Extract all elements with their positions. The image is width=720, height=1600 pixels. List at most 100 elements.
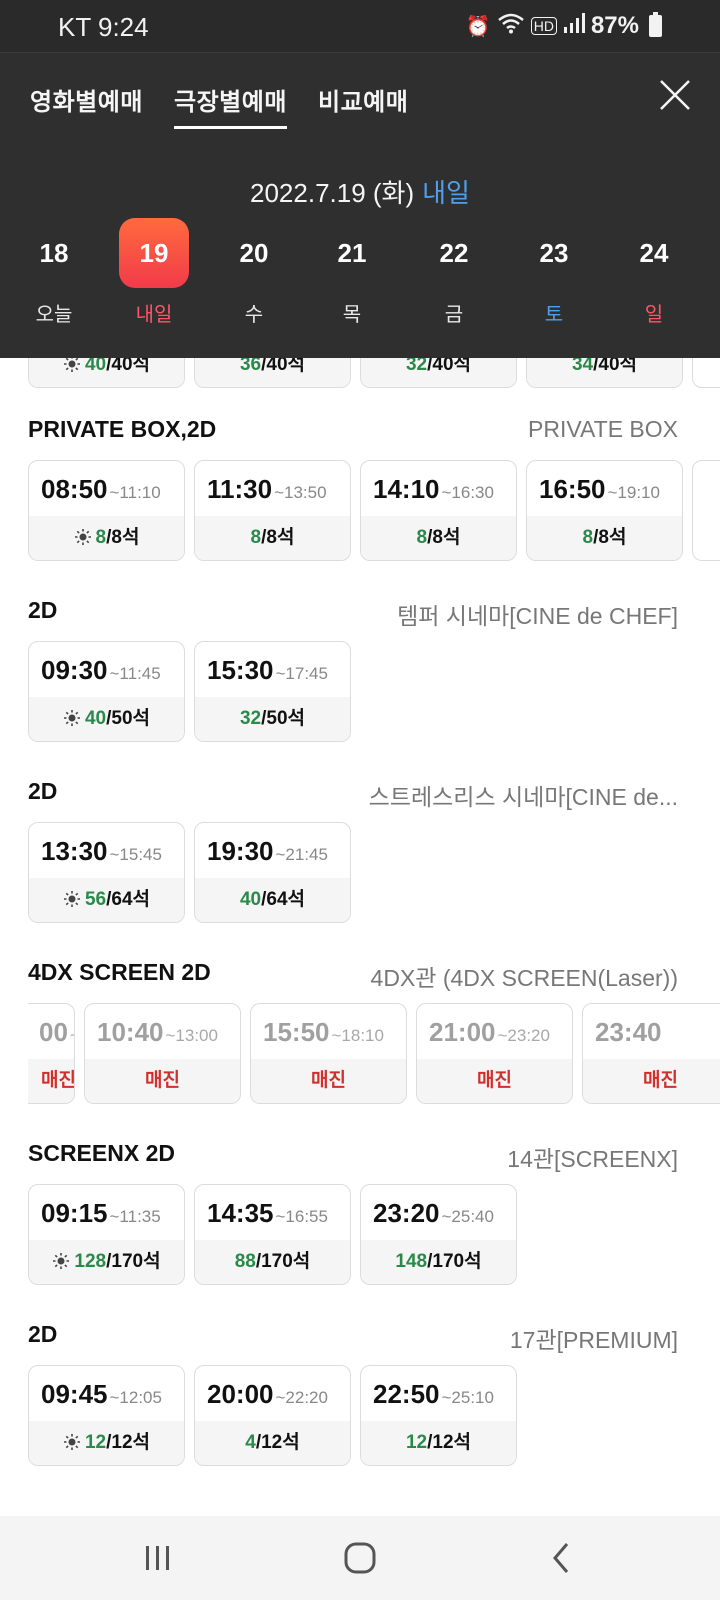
end-time: ~15:45: [109, 845, 162, 864]
seat-availability: 12/12석: [29, 1421, 184, 1465]
showtime-slot[interactable]: 23:20 ~25:40 148/170석: [360, 1184, 517, 1285]
showtime-row: 00~10:20매진10:40~13:00매진 15:50~18:10 매진21:0…: [28, 1003, 720, 1107]
showtime: 19:30 ~21:45: [207, 836, 328, 867]
start-time: 13:30: [41, 836, 108, 866]
date-20[interactable]: 20 수: [219, 218, 289, 338]
tab-by-movie[interactable]: 영화별예매: [30, 82, 143, 117]
section-header: SCREENX 2D 14관[SCREENX]: [28, 1140, 678, 1172]
showtime: 16:50 ~19:10: [539, 474, 660, 505]
total-seats: /12석: [427, 1432, 472, 1453]
tab-compare[interactable]: 비교예매: [318, 82, 408, 117]
available-seats: 56: [84, 889, 107, 910]
showtime: 23:20 ~25:40: [373, 1198, 494, 1229]
available-seats: 40: [84, 358, 107, 375]
morning-show-icon: [63, 1432, 85, 1453]
seat-availability: 88/170석: [195, 1240, 350, 1284]
showtime-slot[interactable]: 32/40석: [360, 358, 517, 388]
showtime-slot[interactable]: 09:15 ~11:35 128/170석: [28, 1184, 185, 1285]
date-picker: 18 오늘 19 내일 20 수 21 목 22 금 23 토 24 일: [0, 218, 720, 338]
showtime: 09:45 ~12:05: [41, 1379, 162, 1410]
section-header: 2D 템퍼 시네마[CINE de CHEF]: [28, 597, 678, 629]
showtime-slot-partial[interactable]: [692, 460, 720, 561]
showtime-slot[interactable]: 22:50 ~25:10 12/12석: [360, 1365, 517, 1466]
date-22[interactable]: 22 금: [419, 218, 489, 338]
total-seats: /40석: [261, 358, 306, 375]
screening-section: SCREENX 2D 14관[SCREENX] 09:15 ~11:35 128/170…: [0, 1140, 720, 1310]
total-seats: /12석: [255, 1432, 300, 1453]
showtime-slot[interactable]: 13:30 ~15:45 56/64석: [28, 822, 185, 923]
showtime-slot[interactable]: 09:45 ~12:05 12/12석: [28, 1365, 185, 1466]
seat-availability: 40/64석: [195, 878, 350, 922]
showtime-slot[interactable]: 11:30 ~13:50 8/8석: [194, 460, 351, 561]
showtime: 15:30 ~17:45: [207, 655, 328, 686]
screening-section: 2D 17관[PREMIUM] 09:45 ~12:05 12/12석 20:00 ~22:…: [0, 1321, 720, 1491]
showtime-row: 09:30 ~11:45 40/50석 15:30 ~17:45 32/50석: [28, 641, 720, 745]
start-time: 14:10: [373, 474, 440, 504]
showtime-slot-soldout[interactable]: 00~10:20 매진: [28, 1003, 75, 1104]
total-seats: /170석: [255, 1251, 311, 1272]
showtime-slot[interactable]: 16:50 ~19:10 8/8석: [526, 460, 683, 561]
date-number: 20: [239, 238, 269, 268]
showtime-slot[interactable]: 34/40석: [526, 358, 683, 388]
showtime-slot[interactable]: 40/40석: [28, 358, 185, 388]
showtime-slot-soldout[interactable]: 15:50 ~18:10 매진: [250, 1003, 407, 1104]
start-time: 23:40: [595, 1017, 662, 1047]
screening-section: PRIVATE BOX,2D PRIVATE BOX 08:50 ~11:10 8/8석…: [0, 416, 720, 586]
date-18[interactable]: 18 오늘: [19, 218, 89, 338]
recent-apps-icon[interactable]: [136, 1536, 180, 1580]
showtime-slot[interactable]: 08:50 ~11:10 8/8석: [28, 460, 185, 561]
showtime-slot[interactable]: 36/40석: [194, 358, 351, 388]
seat-availability: 34/40석: [527, 358, 682, 387]
showtime-slot-soldout[interactable]: 21:00 ~23:20 매진: [416, 1003, 573, 1104]
system-nav-bar: [0, 1516, 720, 1600]
showtime-slot-partial[interactable]: [692, 358, 720, 388]
showtime: 09:15 ~11:35: [41, 1198, 161, 1229]
seat-availability: 8/8석: [527, 516, 682, 560]
showtime-slot-soldout[interactable]: 23:40 매진: [582, 1003, 720, 1104]
date-weekday: 수: [244, 304, 264, 326]
date-23[interactable]: 23 토: [519, 218, 589, 338]
alarm-icon: ⏰: [465, 15, 491, 38]
section-header: 2D 17관[PREMIUM]: [28, 1321, 678, 1353]
section-header: PRIVATE BOX,2D PRIVATE BOX: [28, 416, 678, 446]
hd-voice-icon: HD: [530, 17, 557, 35]
total-seats: /8석: [106, 527, 140, 548]
back-icon[interactable]: [540, 1536, 584, 1580]
showtime: 08:50 ~11:10: [41, 474, 161, 505]
soldout-label: 매진: [417, 1059, 572, 1103]
available-seats: 12: [405, 1432, 428, 1453]
showtime-slot[interactable]: 15:30 ~17:45 32/50석: [194, 641, 351, 742]
showtime: 11:30 ~13:50: [207, 474, 327, 505]
date-weekday: 금: [444, 304, 464, 326]
start-time: 09:30: [41, 655, 108, 685]
available-seats: 88: [234, 1251, 256, 1272]
booking-tabs: 영화별예매 극장별예매 비교예매: [0, 60, 720, 130]
end-time: ~13:00: [165, 1026, 218, 1045]
date-19[interactable]: 19 내일: [119, 218, 189, 338]
showtime: 14:35 ~16:55: [207, 1198, 328, 1229]
morning-show-icon: [63, 358, 85, 375]
total-seats: /50석: [106, 708, 151, 729]
screening-format: 4DX SCREEN 2D: [28, 959, 211, 985]
showtime-slot-soldout[interactable]: 10:40 ~13:00 매진: [84, 1003, 241, 1104]
available-seats: 12: [84, 1432, 107, 1453]
showtime-slot[interactable]: 20:00 ~22:20 4/12석: [194, 1365, 351, 1466]
showtime-slot[interactable]: 19:30 ~21:45 40/64석: [194, 822, 351, 923]
signal-icon: [563, 13, 585, 39]
date-21[interactable]: 21 목: [317, 218, 387, 338]
start-time: 23:20: [373, 1198, 440, 1228]
seat-availability: 8/8석: [195, 516, 350, 560]
total-seats: /40석: [593, 358, 638, 375]
available-seats: 4: [245, 1432, 256, 1453]
close-icon[interactable]: [658, 78, 692, 112]
soldout-label: 매진: [251, 1059, 406, 1103]
total-seats: /12석: [106, 1432, 151, 1453]
tab-by-theater[interactable]: 극장별예매: [174, 82, 287, 129]
date-weekday: 내일: [135, 304, 173, 326]
showtime-slot[interactable]: 09:30 ~11:45 40/50석: [28, 641, 185, 742]
home-icon[interactable]: [338, 1536, 382, 1580]
date-24[interactable]: 24 일: [619, 218, 689, 338]
showtime-slot[interactable]: 14:35 ~16:55 88/170석: [194, 1184, 351, 1285]
showtime: 15:50 ~18:10: [263, 1017, 384, 1048]
showtime-slot[interactable]: 14:10 ~16:30 8/8석: [360, 460, 517, 561]
